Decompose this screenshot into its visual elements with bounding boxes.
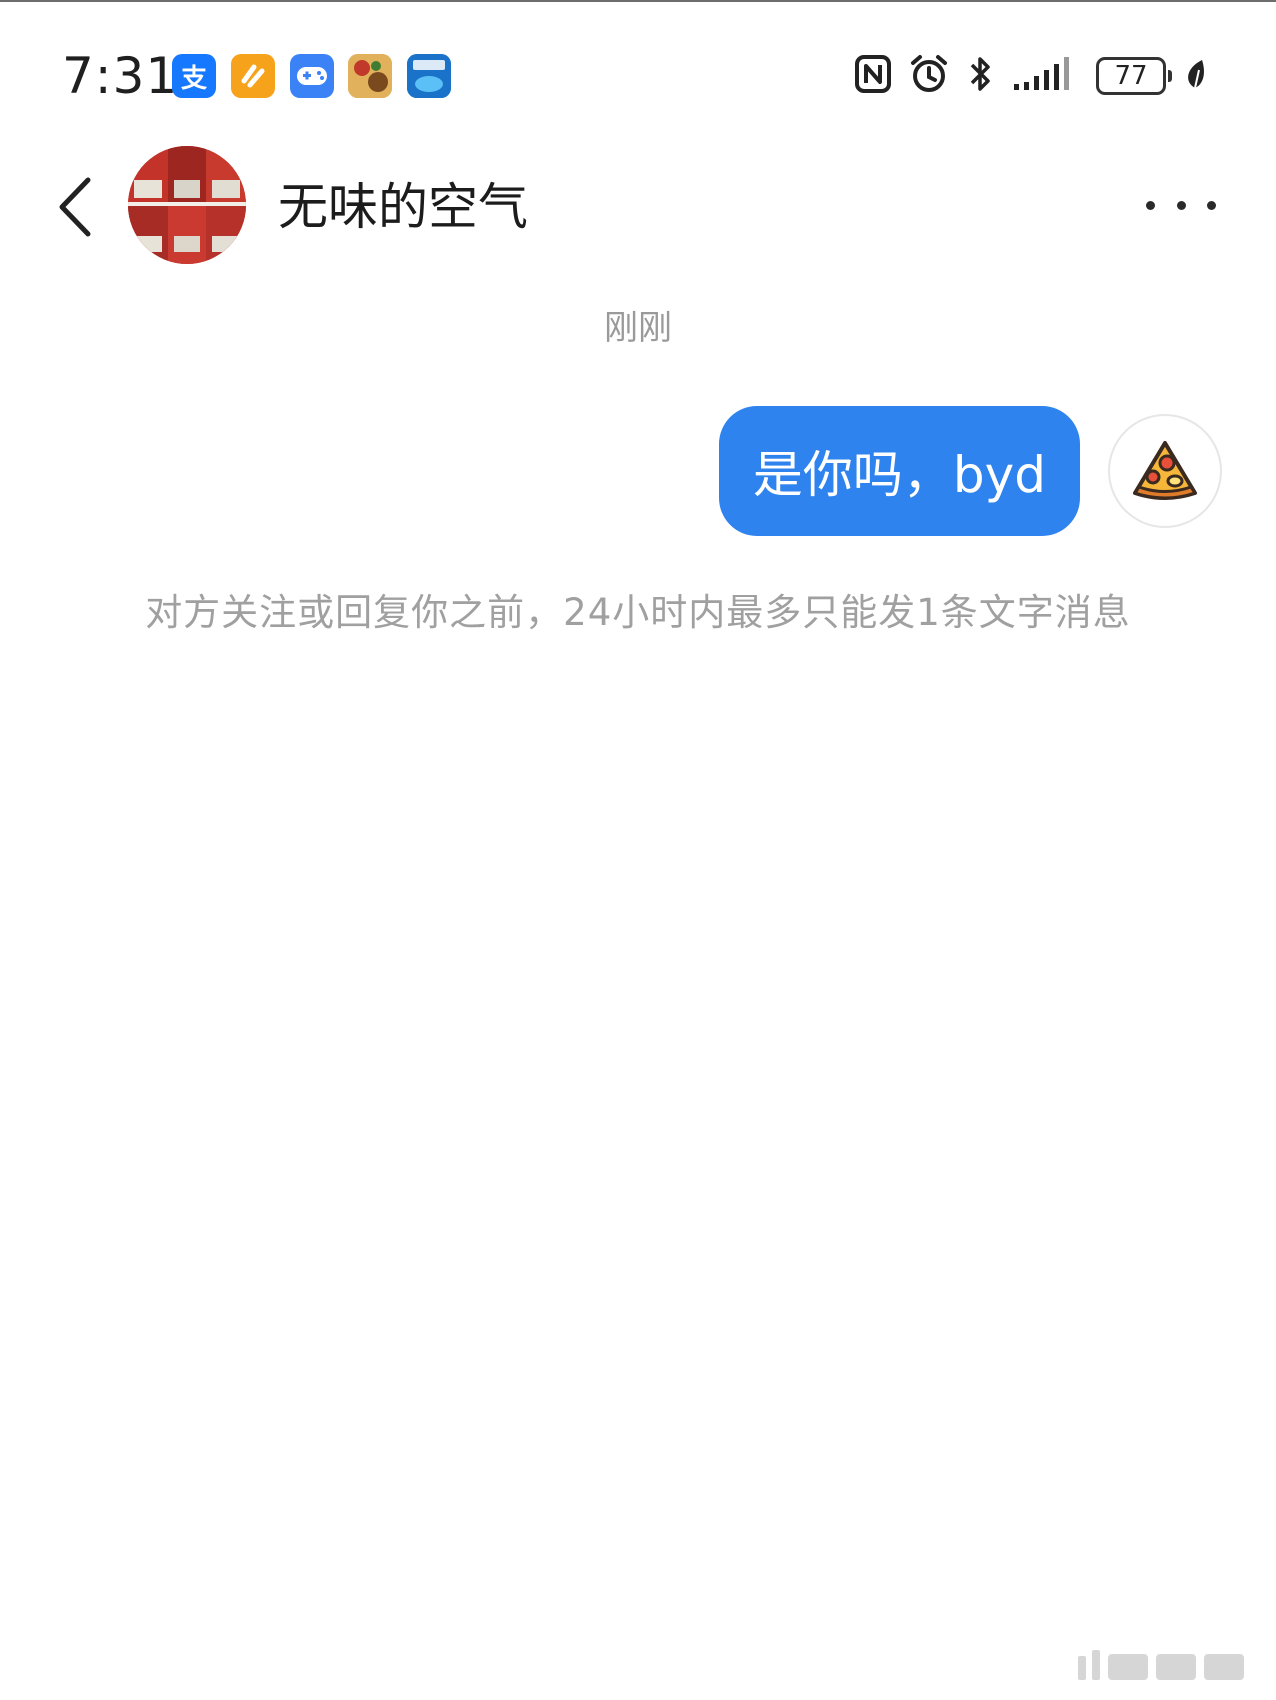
message-limit-notice: 对方关注或回复你之前，24小时内最多只能发1条文字消息 (145, 591, 1131, 634)
status-bar: 7:31 支 77 (0, 2, 1276, 152)
battery-level: 77 (1114, 61, 1148, 91)
orange-app-icon (231, 54, 275, 98)
sent-message-bubble[interactable]: 是你吗，byd (718, 406, 1080, 536)
nfc-icon (854, 54, 892, 98)
back-button[interactable] (52, 172, 102, 242)
chat-screen: 7:31 支 77 无味的空气 刚刚 是你吗，byd 对方关注或回复你之前，24… (0, 0, 1276, 1700)
more-dots-icon (1146, 200, 1155, 210)
battery-icon: 77 (1096, 57, 1172, 95)
watermark (1078, 1650, 1244, 1680)
chevron-left-icon (59, 177, 91, 237)
chat-header: 无味的空气 (0, 142, 1276, 272)
game-app-icon (348, 54, 392, 98)
bluetooth-icon (966, 54, 994, 98)
message-text: 是你吗，byd (752, 446, 1046, 504)
game-controller-icon (290, 54, 334, 98)
contact-name[interactable]: 无味的空气 (278, 172, 528, 242)
system-icons: 77 (854, 52, 1208, 100)
more-options-button[interactable] (1146, 180, 1216, 230)
contact-avatar[interactable] (128, 146, 246, 264)
pizza-icon (1133, 441, 1197, 500)
blue-app-icon (407, 54, 451, 98)
signal-icon (1010, 54, 1080, 98)
power-saving-leaf-icon (1182, 56, 1208, 96)
status-time: 7:31 (62, 47, 179, 105)
alarm-icon (908, 53, 950, 99)
alipay-glyph: 支 (180, 63, 207, 94)
self-avatar[interactable] (1108, 414, 1222, 528)
alipay-icon: 支 (172, 54, 216, 98)
message-timestamp: 刚刚 (604, 308, 672, 348)
